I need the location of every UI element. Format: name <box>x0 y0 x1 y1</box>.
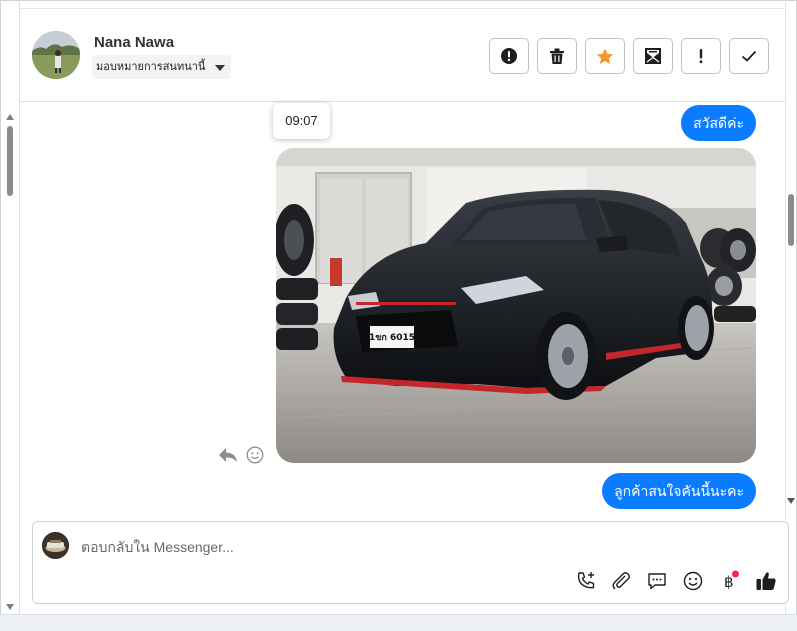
chevron-down-icon <box>215 65 226 71</box>
message-thread: 09:07 สวัสดีค่ะ 1ขก 6015 ลูกค้าสนใจคันนี… <box>20 103 785 517</box>
message-composer: ฿ <box>32 521 789 604</box>
mark-unread-button[interactable] <box>633 38 673 74</box>
svg-text:฿: ฿ <box>724 573 734 591</box>
message-time-tooltip: 09:07 <box>273 103 330 139</box>
message-bubble[interactable]: ลูกค้าสนใจคันนี้นะคะ <box>602 473 756 509</box>
delete-button[interactable] <box>537 38 577 74</box>
contact-name[interactable]: Nana Nawa <box>94 34 174 51</box>
star-button[interactable] <box>585 38 625 74</box>
conversation-header: Nana Nawa มอบหมายการสนทนานี้ <box>20 8 785 102</box>
react-emoji-icon[interactable] <box>246 446 264 469</box>
reply-icon[interactable] <box>218 447 238 468</box>
check-icon <box>741 50 757 62</box>
thumbs-up-icon[interactable] <box>755 570 777 592</box>
message-bubble[interactable]: สวัสดีค่ะ <box>681 105 756 141</box>
alert-circle-icon <box>500 47 518 65</box>
mark-unread-icon <box>644 47 662 65</box>
attachment-icon[interactable] <box>610 570 632 592</box>
left-scrollbar[interactable] <box>3 110 17 620</box>
assign-conversation-dropdown[interactable]: มอบหมายการสนทนานี้ <box>92 55 232 79</box>
assign-conversation-label: มอบหมายการสนทนานี้ <box>96 61 206 73</box>
contact-avatar[interactable] <box>32 31 80 79</box>
mark-done-button[interactable] <box>729 38 769 74</box>
star-icon <box>596 48 614 65</box>
message-image[interactable]: 1ขก 6015 <box>276 148 756 463</box>
mark-spam-button[interactable] <box>489 38 529 74</box>
bottom-strip <box>0 614 797 631</box>
follow-up-button[interactable] <box>681 38 721 74</box>
emoji-icon[interactable] <box>682 570 704 592</box>
trash-icon <box>549 48 565 65</box>
right-scrollbar[interactable] <box>786 110 796 510</box>
chat-bubble-icon[interactable] <box>646 570 668 592</box>
exclamation-icon <box>698 48 704 64</box>
message-actions <box>218 446 264 469</box>
call-plus-icon[interactable] <box>575 570 597 592</box>
reply-input[interactable] <box>81 536 761 558</box>
page-avatar <box>42 532 69 559</box>
baht-icon[interactable]: ฿ <box>718 570 740 592</box>
license-plate: 1ขก 6015 <box>369 333 415 343</box>
